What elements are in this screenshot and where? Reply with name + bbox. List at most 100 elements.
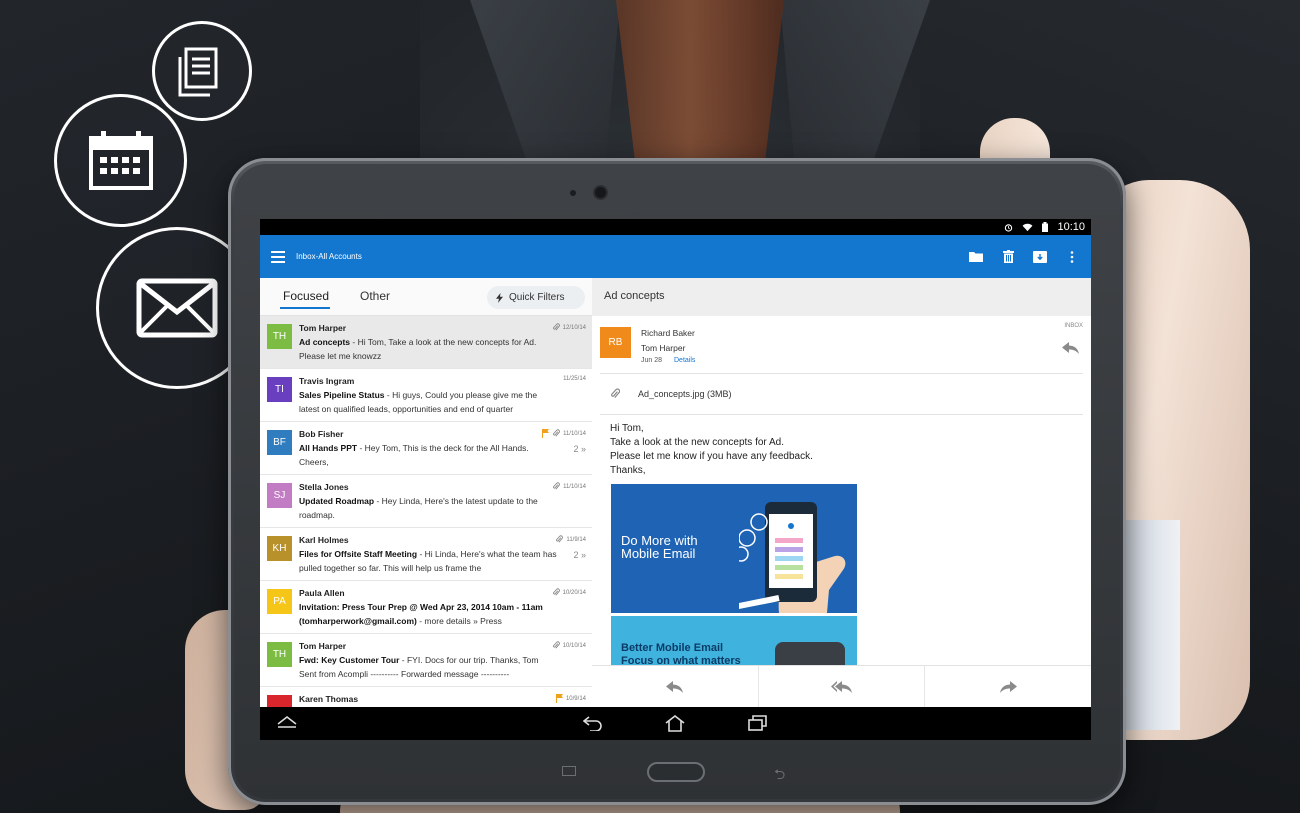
recipient-name[interactable]: Tom Harper bbox=[641, 343, 685, 353]
message-meta: 10/10/14 bbox=[552, 641, 586, 650]
message-subject: Ad concepts bbox=[299, 337, 351, 347]
hardware-back-button[interactable]: ⮌ bbox=[774, 764, 785, 788]
archive-button[interactable] bbox=[1031, 248, 1049, 266]
avatar: TH bbox=[267, 642, 292, 667]
reply-button[interactable] bbox=[592, 666, 759, 707]
message-subject: Files for Offsite Staff Meeting bbox=[299, 549, 418, 559]
move-folder-button[interactable] bbox=[967, 248, 985, 266]
message-sender: Tom Harper bbox=[299, 641, 347, 651]
body-line: Take a look at the new concepts for Ad. bbox=[610, 437, 784, 448]
message-snippet: - more details » Press bbox=[416, 616, 502, 626]
more-vertical-icon bbox=[1070, 250, 1074, 263]
thread-count: 2 » bbox=[573, 550, 586, 560]
envelope-icon bbox=[136, 278, 218, 338]
list-item[interactable]: TH Tom Harper Ad concepts - Hi Tom, Take… bbox=[260, 316, 592, 369]
message-date: 11/9/14 bbox=[566, 536, 586, 543]
message-subject: All Hands PPT bbox=[299, 443, 358, 453]
chevron-up-icon[interactable] bbox=[277, 715, 297, 729]
inbox-tabs: Focused Other Quick Filters bbox=[260, 278, 592, 316]
message-date: 11/10/14 bbox=[563, 430, 586, 437]
calendar-circle-icon bbox=[54, 94, 187, 227]
message-sender: Bob Fisher bbox=[299, 429, 344, 439]
message-sender: Karen Thomas bbox=[299, 694, 359, 704]
attachment-file[interactable]: Ad_concepts.jpg (3MB) bbox=[638, 389, 732, 399]
avatar: SJ bbox=[267, 483, 292, 508]
message-sender: Travis Ingram bbox=[299, 376, 355, 386]
avatar: KH bbox=[267, 536, 292, 561]
message-preview: Fwd: Key Customer Tour - FYI. Docs for o… bbox=[299, 653, 557, 681]
recent-apps-icon[interactable] bbox=[748, 715, 768, 731]
clock: 10:10 bbox=[1057, 221, 1085, 233]
chevron-double-icon: » bbox=[580, 550, 586, 560]
forward-button[interactable] bbox=[925, 666, 1091, 707]
archive-icon bbox=[1033, 250, 1047, 263]
divider bbox=[600, 414, 1083, 415]
list-item[interactable]: PA Paula Allen Invitation: Press Tour Pr… bbox=[260, 581, 592, 634]
message-preview: All Hands PPT - Hey Tom, This is the dec… bbox=[299, 441, 557, 469]
reply-header-button[interactable] bbox=[1062, 341, 1079, 359]
system-navigation-bar bbox=[260, 707, 1091, 740]
avatar: TI bbox=[267, 377, 292, 402]
tab-focused[interactable]: Focused bbox=[283, 289, 329, 303]
alarm-icon bbox=[1005, 223, 1013, 232]
app-bar-title: Inbox-All Accounts bbox=[296, 252, 362, 261]
list-item[interactable]: TH Tom Harper Fwd: Key Customer Tour - F… bbox=[260, 634, 592, 687]
folder-icon bbox=[969, 252, 983, 262]
sender-avatar: RB bbox=[600, 327, 631, 358]
flag-icon bbox=[555, 694, 563, 703]
attachment-icon bbox=[553, 429, 560, 437]
message-date: 11/25/14 bbox=[563, 376, 586, 382]
forward-icon bbox=[999, 680, 1017, 693]
delete-button[interactable] bbox=[999, 248, 1017, 266]
tablet-camera bbox=[595, 187, 606, 198]
details-link[interactable]: Details bbox=[674, 357, 695, 364]
background-shirt-cuff bbox=[1120, 520, 1180, 730]
quick-filters-button[interactable]: Quick Filters bbox=[487, 286, 585, 309]
back-icon[interactable] bbox=[583, 715, 603, 731]
app-bar: Inbox-All Accounts bbox=[260, 235, 1091, 278]
overflow-menu-button[interactable] bbox=[1063, 248, 1081, 266]
ad-concept-image[interactable]: Do More with Mobile Email bbox=[611, 484, 857, 613]
message-list-pane: Focused Other Quick Filters TH Tom Harpe… bbox=[260, 278, 592, 740]
menu-icon[interactable] bbox=[271, 250, 285, 263]
sender-name[interactable]: Richard Baker bbox=[641, 328, 695, 338]
message-date: 10/20/14 bbox=[562, 589, 586, 596]
message-meta: 10/20/14 bbox=[552, 588, 586, 597]
reply-all-button[interactable] bbox=[759, 666, 926, 707]
reading-subject-bar: Ad concepts bbox=[592, 278, 1091, 316]
tab-other[interactable]: Other bbox=[360, 289, 390, 303]
message-subject: Fwd: Key Customer Tour bbox=[299, 655, 400, 665]
avatar: PA bbox=[267, 589, 292, 614]
message-preview: Updated Roadmap - Hey Linda, Here's the … bbox=[299, 494, 557, 522]
hardware-recent-button[interactable] bbox=[562, 766, 576, 776]
list-item[interactable]: SJ Stella Jones Updated Roadmap - Hey Li… bbox=[260, 475, 592, 528]
background-lapel-left bbox=[470, 0, 620, 170]
list-item[interactable]: BF Bob Fisher All Hands PPT - Hey Tom, T… bbox=[260, 422, 592, 475]
message-preview: Invitation: Press Tour Prep @ Wed Apr 23… bbox=[299, 600, 557, 628]
message-date: 11/10/14 bbox=[563, 483, 586, 490]
body-line: Please let me know if you have any feedb… bbox=[610, 451, 813, 462]
attachment-icon bbox=[556, 535, 564, 543]
reading-pane: Ad concepts RB Richard Baker Tom Harper … bbox=[592, 278, 1091, 707]
tab-focused-indicator bbox=[280, 307, 330, 309]
trash-icon bbox=[1002, 250, 1014, 263]
chevron-double-icon: » bbox=[580, 444, 586, 454]
home-icon[interactable] bbox=[665, 715, 685, 732]
folder-tag: INBOX bbox=[1064, 323, 1083, 329]
background-lapel-right bbox=[780, 0, 930, 170]
documents-icon bbox=[178, 47, 218, 97]
message-subject: Sales Pipeline Status bbox=[299, 390, 385, 400]
message-sender: Tom Harper bbox=[299, 323, 347, 333]
battery-icon bbox=[1042, 222, 1049, 232]
wifi-icon bbox=[1023, 223, 1033, 231]
list-item[interactable]: TI Travis Ingram Sales Pipeline Status -… bbox=[260, 369, 592, 422]
list-item[interactable]: KH Karl Holmes Files for Offsite Staff M… bbox=[260, 528, 592, 581]
body-line: Hi Tom, bbox=[610, 423, 644, 434]
message-meta: 10/9/14 bbox=[555, 694, 586, 703]
thread-count: 2 » bbox=[573, 444, 586, 454]
quick-filters-label: Quick Filters bbox=[509, 292, 565, 303]
message-preview: Sales Pipeline Status - Hi guys, Could y… bbox=[299, 388, 557, 416]
message-meta: 11/10/14 bbox=[542, 429, 586, 438]
hardware-home-button[interactable] bbox=[647, 762, 705, 782]
message-body: Hi Tom, Take a look at the new concepts … bbox=[610, 422, 813, 478]
